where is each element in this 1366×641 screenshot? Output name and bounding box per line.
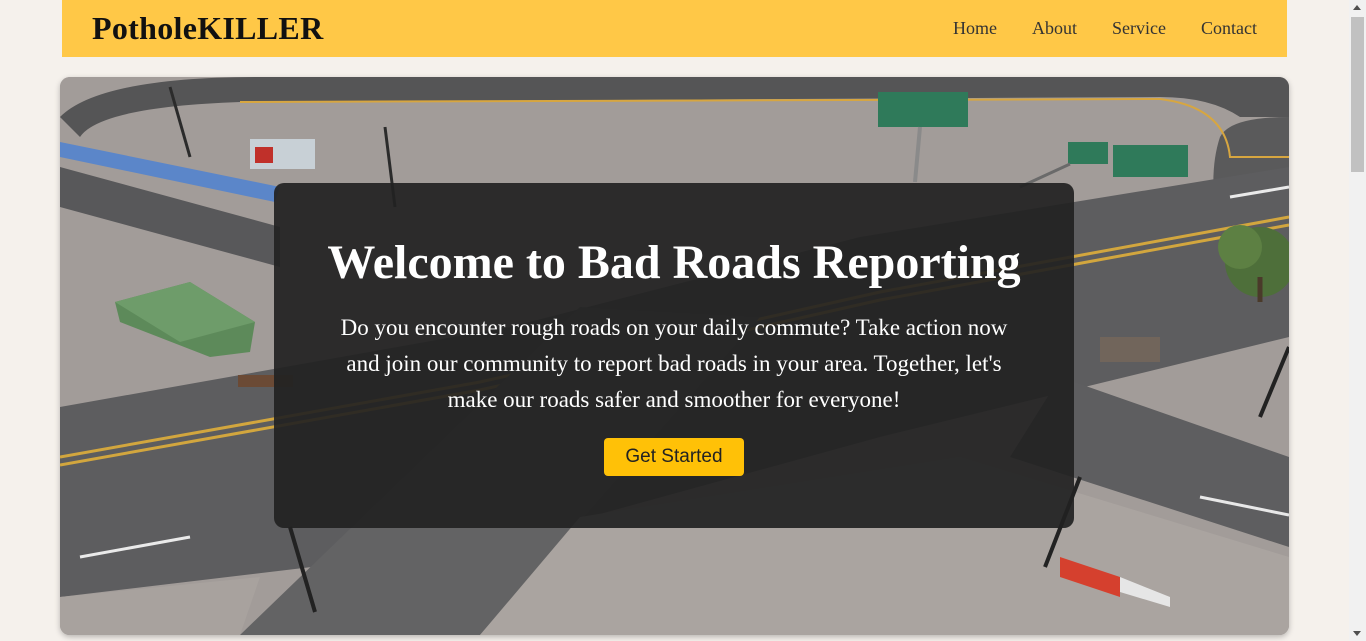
- nav-links: Home About Service Contact: [953, 18, 1257, 39]
- hero-description: Do you encounter rough roads on your dai…: [340, 315, 1008, 412]
- get-started-button[interactable]: Get Started: [604, 438, 744, 476]
- scrollbar-thumb[interactable]: [1351, 17, 1364, 172]
- scroll-up-arrow-icon[interactable]: [1353, 5, 1361, 10]
- nav-link-service[interactable]: Service: [1112, 18, 1166, 39]
- nav-link-home[interactable]: Home: [953, 18, 997, 39]
- navbar: PotholeKILLER Home About Service Contact: [62, 0, 1287, 57]
- nav-link-about[interactable]: About: [1032, 18, 1077, 39]
- nav-link-contact[interactable]: Contact: [1201, 18, 1257, 39]
- brand-logo[interactable]: PotholeKILLER: [92, 10, 323, 47]
- vertical-scrollbar[interactable]: [1349, 0, 1366, 641]
- hero-overlay-card: Welcome to Bad Roads Reporting Do you en…: [274, 183, 1074, 528]
- hero-title: Welcome to Bad Roads Reporting: [327, 236, 1021, 289]
- scroll-down-arrow-icon[interactable]: [1353, 631, 1361, 636]
- hero-section: Welcome to Bad Roads Reporting Do you en…: [60, 77, 1289, 635]
